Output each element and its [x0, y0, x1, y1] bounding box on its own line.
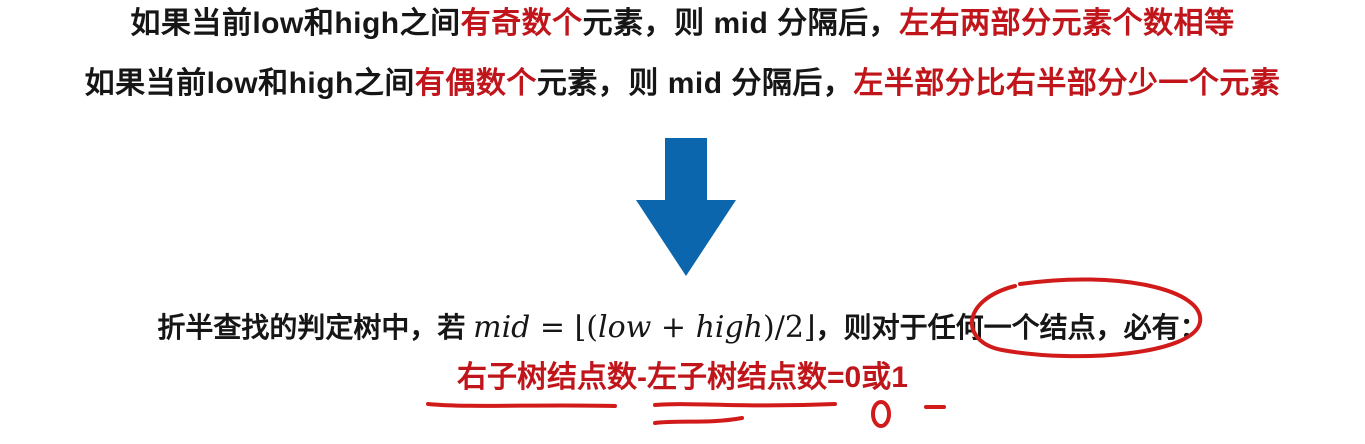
rule-odd-conclusion: 左右两部分元素个数相等 [899, 7, 1235, 40]
rule-odd-middle: 元素，则 mid 分隔后， [582, 7, 900, 40]
rule-even-highlight: 有偶数个 [414, 67, 537, 100]
formula-end: )/2⌋ [763, 310, 816, 345]
underline-right-count-icon [426, 402, 617, 408]
statement-suffix: ，则对于任何一个结点，必有： [815, 312, 1208, 343]
underline-left-count-second-icon [653, 416, 744, 425]
rule-odd-highlight: 有奇数个 [460, 7, 583, 40]
formula-high: high [695, 310, 764, 345]
formula-mid: mid [473, 310, 531, 345]
formula-eq: = ⌊( [530, 310, 598, 345]
rule-even-count: 如果当前low和high之间有偶数个元素，则 mid 分隔后，左半部分比右半部分… [0, 64, 1365, 104]
down-arrow-icon [636, 138, 736, 278]
rule-even-conclusion: 左半部分比右半部分少一个元素 [853, 67, 1281, 100]
rule-even-prefix: 如果当前low和high之间 [84, 67, 415, 100]
conclusion-line: 右子树结点数-左子树结点数=0或1 [0, 358, 1365, 398]
slide: 如果当前low和high之间有奇数个元素，则 mid 分隔后，左右两部分元素个数… [0, 0, 1365, 444]
formula-low: low [598, 310, 652, 345]
mid-formula: mid = ⌊(low + high)/2⌋ [473, 310, 816, 345]
zero-circle-icon [871, 400, 891, 428]
formula-plus: + [651, 310, 696, 345]
decision-tree-statement: 折半查找的判定树中，若 mid = ⌊(low + high)/2⌋，则对于任何… [0, 308, 1365, 348]
rule-odd-count: 如果当前low和high之间有奇数个元素，则 mid 分隔后，左右两部分元素个数… [0, 4, 1365, 44]
conclusion-text: 右子树结点数-左子树结点数=0或1 [457, 361, 908, 394]
underline-left-count-icon [653, 402, 837, 408]
rule-odd-prefix: 如果当前low和high之间 [130, 7, 461, 40]
rule-even-middle: 元素，则 mid 分隔后， [536, 67, 854, 100]
statement-prefix: 折半查找的判定树中，若 [157, 312, 474, 343]
